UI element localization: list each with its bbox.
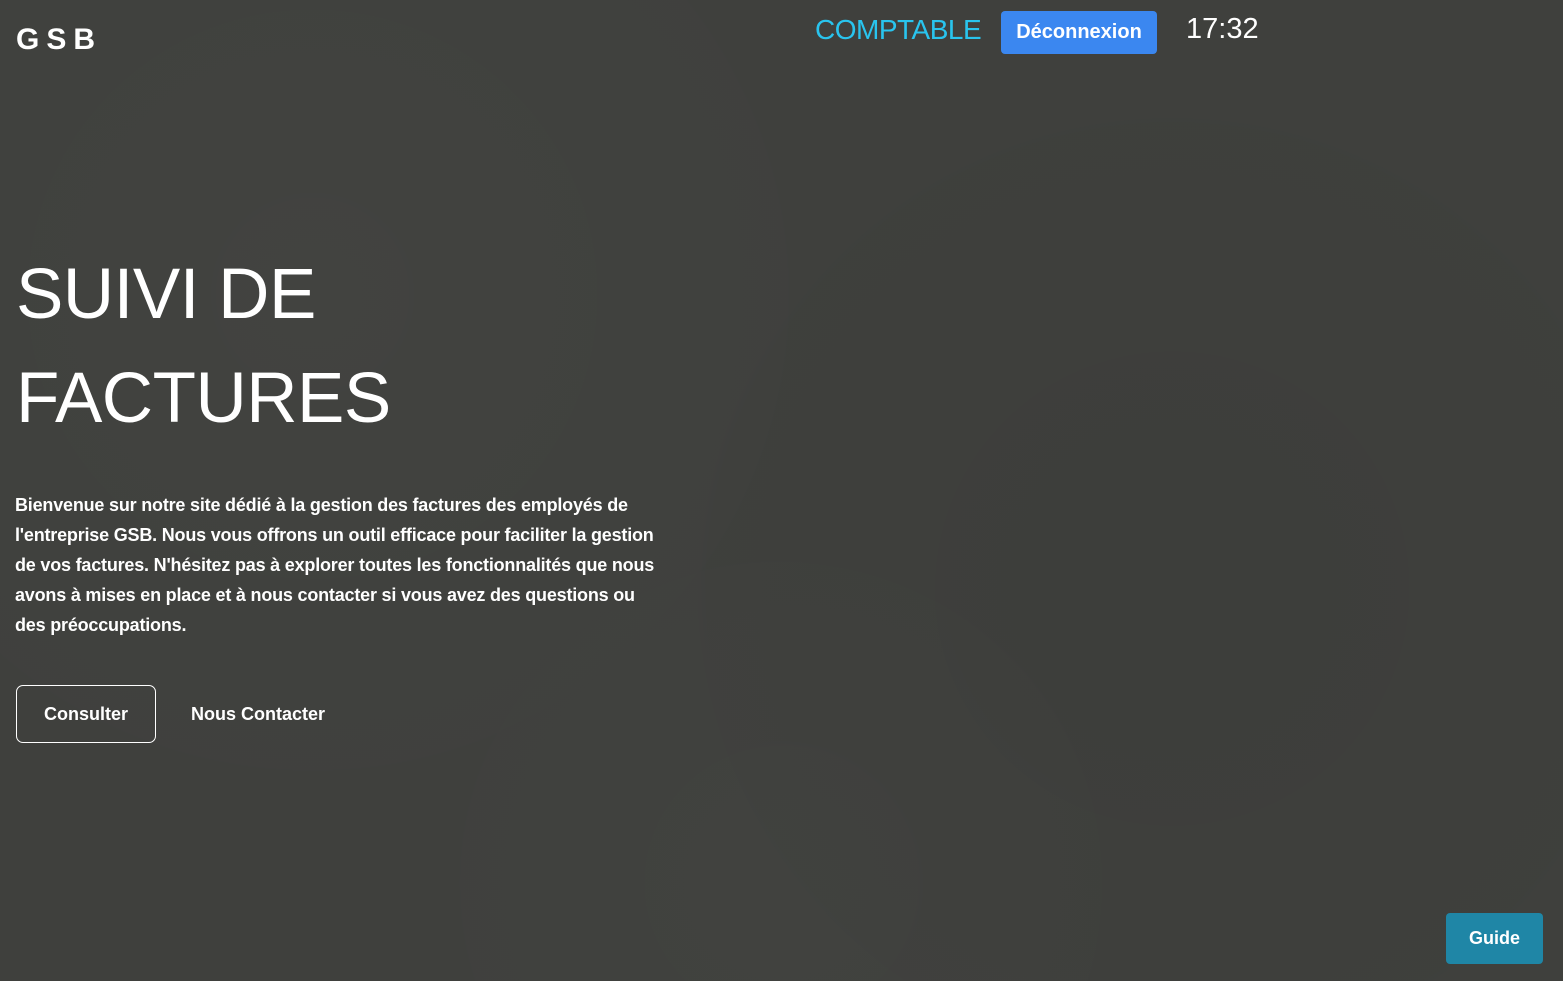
- clock-display: 17:32: [1186, 13, 1259, 45]
- page-title-line-1: SUIVI DE: [16, 255, 316, 334]
- consult-button[interactable]: Consulter: [16, 685, 156, 743]
- site-logo[interactable]: GSB: [16, 22, 102, 58]
- user-role-label: COMPTABLE: [815, 14, 982, 45]
- guide-button[interactable]: Guide: [1446, 913, 1543, 964]
- logout-button[interactable]: Déconnexion: [1001, 11, 1157, 54]
- page-title-line-2: FACTURES: [16, 359, 391, 438]
- contact-link[interactable]: Nous Contacter: [191, 701, 325, 727]
- intro-paragraph: Bienvenue sur notre site dédié à la gest…: [15, 495, 655, 635]
- page-title: SUIVI DE FACTURES: [16, 243, 391, 451]
